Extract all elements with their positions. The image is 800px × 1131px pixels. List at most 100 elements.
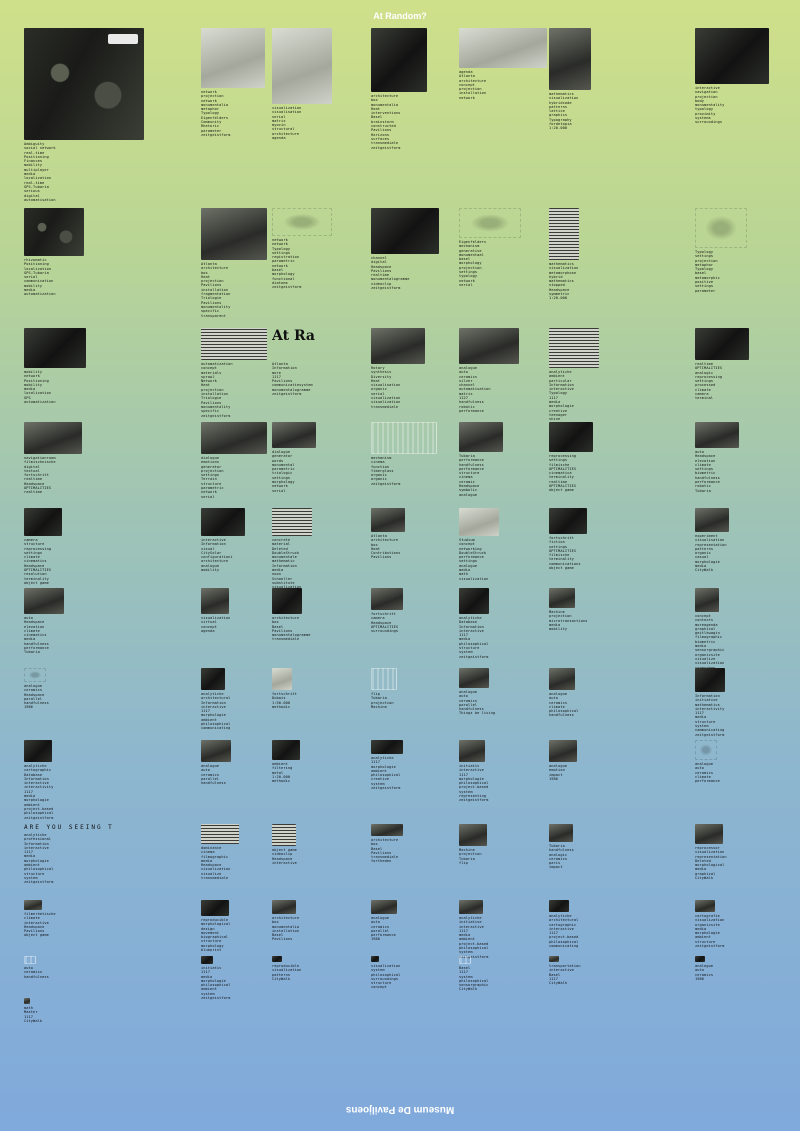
- entry-thumbnail[interactable]: [r47]: [695, 208, 747, 248]
- entry-thumbnail[interactable]: [r11]: [201, 740, 231, 762]
- archive-entry[interactable]: [r38]concrete material Deleted DoubleStr…: [272, 508, 360, 590]
- entry-thumbnail[interactable]: [r79]: [459, 508, 499, 536]
- entry-thumbnail[interactable]: [r35]: [459, 956, 471, 964]
- entry-thumbnail[interactable]: [r38]: [272, 508, 312, 536]
- entry-thumbnail[interactable]: [r86]: [695, 422, 739, 448]
- archive-entry[interactable]: [r43] architecture box monumentalia insta…: [272, 900, 360, 942]
- entry-thumbnail[interactable]: [r56]: [201, 208, 267, 260]
- entry-thumbnail[interactable]: [r41]: [549, 956, 559, 962]
- archive-entry[interactable]: [r41]visualization visualisation serial …: [272, 28, 360, 140]
- entry-thumbnail[interactable]: [r79]: [272, 208, 332, 236]
- entry-thumbnail[interactable]: [r13]: [272, 956, 282, 962]
- entry-thumbnail[interactable]: [r35]: [24, 668, 46, 682]
- archive-entry[interactable]: [r58]experiment visualisation representa…: [695, 508, 783, 573]
- entry-thumbnail[interactable]: [r79]: [371, 328, 425, 364]
- entry-thumbnail[interactable]: [r17]: [695, 328, 749, 360]
- archive-entry[interactable]: [r79]Rotary synthesis Diversity Heat vis…: [371, 328, 459, 409]
- archive-entry[interactable]: [r79]reprocessing settings filmische OPT…: [549, 422, 637, 493]
- archive-entry[interactable]: [r13] object game videoclip Headspace int…: [272, 824, 360, 865]
- entry-thumbnail[interactable]: [r8]: [371, 668, 397, 690]
- archive-entry[interactable]: [r42]auto Headspace elevation climate ci…: [24, 588, 112, 655]
- archive-entry[interactable]: [r1] analogue auto ceramics 1986: [695, 956, 783, 981]
- archive-entry[interactable]: [r20]analytiche cartographic Database In…: [24, 740, 112, 820]
- archive-entry[interactable]: [r79]Studium concept networking DoubleSt…: [459, 508, 547, 581]
- archive-entry[interactable]: [r71]agenda Atlanta architecture concept…: [459, 28, 547, 100]
- entry-thumbnail[interactable]: [r38]: [459, 824, 487, 846]
- entry-thumbnail[interactable]: At Ra[r62]: [272, 328, 328, 360]
- archive-entry[interactable]: [r93]Machine projection microtransaction…: [549, 588, 637, 631]
- entry-thumbnail[interactable]: [r87]: [371, 508, 405, 532]
- archive-entry[interactable]: At Ra[r62]Atlanta Information more 1117 …: [272, 328, 360, 396]
- entry-thumbnail[interactable]: [r91]: [549, 28, 591, 90]
- archive-entry[interactable]: [r73]Tubaria performance handfulness per…: [459, 422, 547, 497]
- entry-thumbnail[interactable]: [r54]: [201, 508, 245, 536]
- entry-thumbnail[interactable]: [r32]: [272, 668, 292, 690]
- archive-entry[interactable]: [r16] auto ceramics handfulness: [24, 956, 112, 979]
- archive-entry[interactable]: [r80]dialogue generator words monumental…: [272, 422, 360, 493]
- archive-entry[interactable]: [r44]interactive navigation projection b…: [695, 28, 783, 125]
- archive-entry[interactable]: [r36] visualization system philosophical …: [371, 956, 459, 990]
- entry-thumbnail[interactable]: [r27]: [201, 588, 229, 614]
- entry-thumbnail[interactable]: [r80]: [549, 328, 599, 368]
- entry-thumbnail[interactable]: [r79]: [459, 588, 489, 614]
- entry-thumbnail[interactable]: [r79]: [549, 422, 593, 452]
- archive-entry[interactable]: [r76]channel digital Headspace Pavilions…: [371, 208, 459, 290]
- archive-entry[interactable]: [r76]analogue auto ceramics climate perf…: [695, 740, 783, 783]
- entry-thumbnail[interactable]: [r71]: [459, 28, 547, 68]
- entry-thumbnail[interactable]: [r80]: [272, 422, 316, 448]
- entry-thumbnail[interactable]: [r16]: [371, 588, 403, 610]
- entry-thumbnail[interactable]: [r49]: [459, 208, 521, 238]
- entry-thumbnail[interactable]: [r33]: [549, 668, 575, 690]
- entry-thumbnail[interactable]: [r34]: [371, 422, 437, 454]
- entry-thumbnail[interactable]: [r48]: [371, 28, 427, 92]
- archive-entry[interactable]: [r79]analytiche Database Information int…: [459, 588, 547, 659]
- entry-thumbnail[interactable]: [r76]: [371, 208, 439, 254]
- entry-thumbnail[interactable]: [r73]: [371, 824, 403, 836]
- archive-entry[interactable]: [r65] Tubaria handfulness analogic cerami…: [549, 824, 637, 870]
- archive-entry[interactable]: [r35] analogue ceramics Headspace paralle…: [24, 668, 112, 710]
- archive-entry[interactable]: [r71]navigationroom filmischnische digit…: [24, 422, 112, 495]
- archive-entry[interactable]: [r89] analytiche architectural cartograph…: [549, 900, 637, 948]
- entry-thumbnail[interactable]: [r46]: [24, 328, 86, 368]
- archive-entry[interactable]: [r17]realtime OPTIMALITIES analogic repr…: [695, 328, 783, 401]
- entry-thumbnail[interactable]: [r89]: [549, 900, 569, 912]
- archive-entry[interactable]: [r43]architecture box Basel Pavilions mo…: [272, 588, 360, 642]
- entry-thumbnail[interactable]: [r71]: [24, 422, 82, 454]
- archive-entry[interactable]: [r79]fortschritt fiction settings OPTIMA…: [549, 508, 637, 570]
- entry-thumbnail[interactable]: [r31]: [695, 588, 719, 612]
- entry-thumbnail[interactable]: [r42]: [24, 588, 64, 614]
- entry-thumbnail[interactable]: [r79]: [549, 740, 577, 762]
- entry-thumbnail[interactable]: [r43]: [272, 900, 296, 914]
- archive-entry[interactable]: math Master 1117 CityWalk: [24, 998, 112, 1023]
- entry-thumbnail[interactable]: [r82]: [459, 328, 519, 364]
- archive-entry[interactable]: [r86]auto Headspace elevation climate se…: [695, 422, 783, 493]
- archive-entry[interactable]: [r86] cartografie visualization organicsi…: [695, 900, 783, 948]
- entry-thumbnail[interactable]: [r35]: [201, 824, 239, 844]
- entry-thumbnail[interactable]: [r37]: [24, 900, 42, 910]
- archive-entry[interactable]: [r79] analogue emotion impact 1986: [549, 740, 637, 781]
- archive-entry[interactable]: [r76]initiativ interactive 1117 morpholo…: [459, 740, 547, 803]
- archive-entry[interactable]: [r13] reproducible visualization patterns…: [272, 956, 360, 981]
- entry-thumbnail[interactable]: [24, 998, 30, 1004]
- archive-entry[interactable]: [r78] analytiche initiative interactive 1…: [459, 900, 547, 959]
- entry-thumbnail[interactable]: [r43]: [201, 422, 267, 454]
- archive-entry[interactable]: [r41] transportation interactive Basel 11…: [549, 956, 637, 985]
- entry-thumbnail[interactable]: [r93]: [549, 208, 579, 260]
- archive-entry[interactable]: [r35] Basel 1117 system philosophical sen…: [459, 956, 547, 992]
- entry-thumbnail[interactable]: [r41]: [272, 28, 332, 104]
- archive-entry[interactable]: [r82]analogue auto ceramics silver chann…: [459, 328, 547, 413]
- archive-entry[interactable]: [r87]Atlanta architecture box Heat Contr…: [371, 508, 459, 560]
- archive-entry[interactable]: ARE YOU SEEING THIS AGAIN? [r79] analytic…: [24, 824, 112, 885]
- archive-entry[interactable]: [r89]analogue auto ceramics parallel han…: [459, 668, 547, 716]
- entry-thumbnail[interactable]: [r21]: [24, 508, 62, 536]
- archive-entry[interactable]: [r8] flip Tubaria projection Machine: [371, 668, 459, 709]
- entry-thumbnail[interactable]: [r10]: [371, 900, 397, 914]
- archive-entry[interactable]: [r49]Eigenfelders mechanism generative m…: [459, 208, 547, 287]
- entry-thumbnail[interactable]: [r22]: [695, 668, 725, 692]
- entry-thumbnail[interactable]: [r73]: [459, 422, 503, 452]
- entry-thumbnail[interactable]: [r43]: [272, 588, 302, 614]
- entry-thumbnail[interactable]: [r13]: [272, 824, 296, 846]
- archive-entry[interactable]: [r37] filmerhetische climate interactive …: [24, 900, 112, 938]
- archive-entry[interactable]: [r73] architecture box Basel Pavilions tr…: [371, 824, 459, 864]
- entry-thumbnail[interactable]: [r36]: [371, 956, 379, 962]
